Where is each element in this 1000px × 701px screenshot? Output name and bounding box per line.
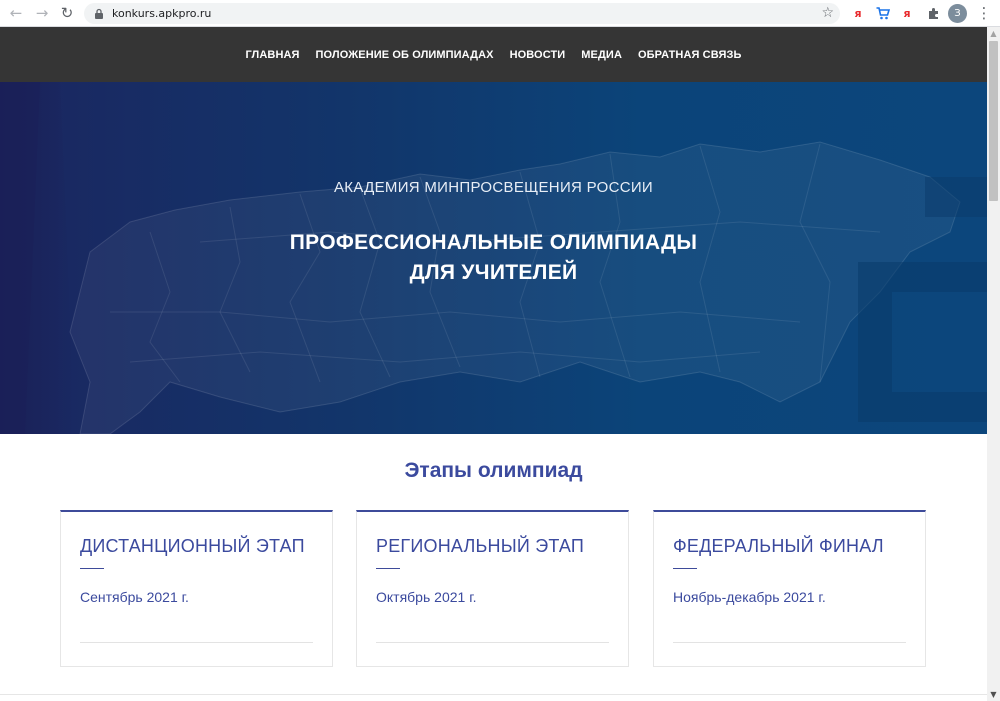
stage-card-title: ФЕДЕРАЛЬНЫЙ ФИНАЛ (673, 536, 884, 556)
nav-item-media[interactable]: МЕДИА (581, 49, 622, 61)
back-arrow-icon[interactable]: ← (4, 1, 28, 25)
bookmark-star-icon[interactable]: ☆ (821, 5, 834, 21)
url-text: konkurs.apkpro.ru (112, 7, 212, 20)
menu-kebab-icon[interactable]: ⋮ (976, 3, 992, 23)
stage-card-rule (376, 642, 609, 643)
nav-item-regulations[interactable]: ПОЛОЖЕНИЕ ОБ ОЛИМПИАДАХ (316, 49, 494, 61)
puzzle-icon[interactable] (924, 4, 942, 22)
hero-title: ПРОФЕССИОНАЛЬНЫЕ ОЛИМПИАДЫ ДЛЯ УЧИТЕЛЕЙ (0, 228, 987, 288)
stage-card-rule (673, 642, 906, 643)
stage-card-date: Октябрь 2021 г. (376, 589, 477, 605)
vertical-scrollbar[interactable]: ▲ ▼ (987, 27, 1000, 701)
stage-card-divider (376, 568, 400, 569)
nav-item-news[interactable]: НОВОСТИ (510, 49, 566, 61)
forward-arrow-icon[interactable]: → (30, 1, 54, 25)
scroll-up-arrow-icon[interactable]: ▲ (987, 29, 1000, 38)
section-divider (0, 694, 987, 695)
stage-card-distance[interactable]: ДИСТАНЦИОННЫЙ ЭТАП Сентябрь 2021 г. (60, 510, 333, 667)
hero-banner: АКАДЕМИЯ МИНПРОСВЕЩЕНИЯ РОССИИ ПРОФЕССИО… (0, 82, 987, 434)
yandex-icon-2[interactable]: я (900, 4, 914, 22)
lock-icon (95, 8, 103, 19)
nav-item-home[interactable]: ГЛАВНАЯ (245, 49, 299, 61)
hero-title-line-1: ПРОФЕССИОНАЛЬНЫЕ ОЛИМПИАДЫ (289, 231, 698, 254)
stage-card-divider (673, 568, 697, 569)
stage-card-federal[interactable]: ФЕДЕРАЛЬНЫЙ ФИНАЛ Ноябрь-декабрь 2021 г. (653, 510, 926, 667)
scrollbar-thumb[interactable] (989, 41, 998, 201)
stage-card-regional[interactable]: РЕГИОНАЛЬНЫЙ ЭТАП Октябрь 2021 г. (356, 510, 629, 667)
browser-toolbar: ← → ↻ konkurs.apkpro.ru ☆ я я З ⋮ (0, 0, 1000, 27)
address-bar[interactable]: konkurs.apkpro.ru ☆ (84, 3, 840, 24)
stage-card-date: Ноябрь-декабрь 2021 г. (673, 589, 826, 605)
stages-heading: Этапы олимпиад (404, 459, 583, 482)
nav-item-feedback[interactable]: ОБРАТНАЯ СВЯЗЬ (638, 49, 742, 61)
scroll-down-arrow-icon[interactable]: ▼ (987, 690, 1000, 699)
stage-card-title: ДИСТАНЦИОННЫЙ ЭТАП (80, 536, 305, 556)
hero-title-line-2: ДЛЯ УЧИТЕЛЕЙ (409, 261, 578, 284)
reload-icon[interactable]: ↻ (55, 1, 79, 25)
stage-card-date: Сентябрь 2021 г. (80, 589, 189, 605)
yandex-icon[interactable]: я (851, 4, 865, 22)
hero-kicker: АКАДЕМИЯ МИНПРОСВЕЩЕНИЯ РОССИИ (333, 179, 653, 196)
profile-avatar[interactable]: З (948, 4, 967, 23)
stage-card-divider (80, 568, 104, 569)
cart-icon[interactable] (874, 4, 892, 22)
stage-card-title: РЕГИОНАЛЬНЫЙ ЭТАП (376, 536, 585, 556)
stage-card-rule (80, 642, 313, 643)
site-navigation: ГЛАВНАЯ ПОЛОЖЕНИЕ ОБ ОЛИМПИАДАХ НОВОСТИ … (0, 27, 987, 82)
